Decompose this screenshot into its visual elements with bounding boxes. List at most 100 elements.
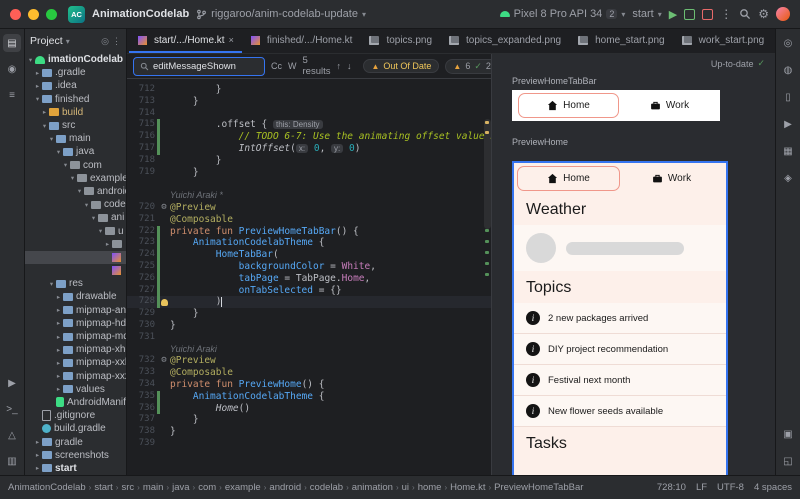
line-number[interactable]: 715 [131, 119, 158, 131]
tree-chevron-icon[interactable]: ▸ [34, 69, 41, 77]
code-line[interactable]: 721@Composable [127, 214, 491, 226]
editor-tab[interactable]: topics_expanded.png [440, 29, 569, 53]
breadcrumb-item[interactable]: PreviewHomeTabBar [494, 482, 583, 493]
tree-chevron-icon[interactable]: ▾ [48, 280, 55, 288]
tree-chevron-icon[interactable]: ▸ [55, 346, 62, 354]
code-line[interactable]: 726 tabPage = TabPage.Home, [127, 273, 491, 285]
code-line[interactable]: 714 [127, 108, 491, 120]
tree-chevron-icon[interactable]: ▸ [34, 464, 41, 472]
line-number[interactable]: 730 [131, 320, 158, 332]
breadcrumb-item[interactable]: ui [402, 482, 409, 493]
breadcrumb-item[interactable]: home [418, 482, 442, 493]
code-line[interactable]: 737 } [127, 414, 491, 426]
tree-chevron-icon[interactable]: ▸ [55, 306, 62, 314]
tree-item[interactable]: ▾codela [25, 198, 126, 211]
code-line[interactable]: 738} [127, 426, 491, 438]
tree-chevron-icon[interactable]: ▸ [55, 319, 62, 327]
code-line[interactable]: 712 } [127, 84, 491, 96]
line-number[interactable]: 717 [131, 143, 158, 155]
code-line[interactable]: 727 onTabSelected = {} [127, 285, 491, 297]
preview-out-of-date-chip[interactable]: ▲ Out Of Date [363, 59, 439, 73]
editor-tab[interactable]: topics.png [360, 29, 440, 53]
tree-chevron-icon[interactable]: ▸ [34, 451, 41, 459]
line-separator[interactable]: LF [696, 482, 707, 493]
tree-chevron-icon[interactable]: ▸ [55, 372, 62, 380]
tree-item[interactable]: ▾src [25, 119, 126, 132]
terminal-icon[interactable]: >_ [3, 400, 21, 418]
more-options-icon[interactable]: ⋮ [112, 36, 121, 47]
line-number[interactable]: 736 [131, 403, 158, 415]
editor-tab[interactable]: work_start.png [673, 29, 773, 53]
line-number[interactable]: 719 [131, 167, 158, 179]
preview-card-tabbar[interactable]: Home Work [512, 90, 720, 121]
tree-item[interactable]: ▸.idea [25, 79, 126, 92]
tree-item[interactable]: ▸build [25, 106, 126, 119]
editor-tab[interactable]: home_start.png [569, 29, 673, 53]
breadcrumb-item[interactable]: start [94, 482, 112, 493]
tree-item[interactable] [25, 251, 126, 264]
tree-chevron-icon[interactable]: ▸ [55, 293, 62, 301]
tree-chevron-icon[interactable]: ▾ [62, 161, 69, 169]
tree-chevron-icon[interactable]: ▾ [90, 214, 97, 222]
lightbulb-icon[interactable] [161, 299, 168, 306]
code-line[interactable]: 736 Home() [127, 403, 491, 415]
tree-item[interactable]: ▸values [25, 383, 126, 396]
tree-chevron-icon[interactable]: ▾ [83, 201, 90, 209]
breadcrumb-item[interactable]: codelab [310, 482, 343, 493]
breadcrumb-item[interactable]: main [143, 482, 164, 493]
code-line[interactable]: 739 [127, 438, 491, 450]
code-editor[interactable]: 712 }713 }714715 .offset { this: Density… [127, 79, 491, 475]
gradle-icon[interactable]: ◍ [779, 61, 797, 79]
next-match-button[interactable]: ↓ [347, 61, 352, 71]
editor-tab[interactable]: start/.../Home.kt× [129, 29, 242, 53]
branch-selector[interactable]: riggaroo/anim-codelab-update ▾ [196, 8, 366, 20]
code-line[interactable]: 729 } [127, 308, 491, 320]
tree-chevron-icon[interactable]: ▾ [27, 56, 34, 64]
breadcrumb-item[interactable]: Home.kt [450, 482, 485, 493]
close-window-button[interactable] [10, 9, 21, 20]
tree-item[interactable]: ▸mipmap-anydpi- [25, 304, 126, 317]
code-line[interactable]: 720⚙@Preview [127, 202, 491, 214]
code-line[interactable]: 723 AnimationCodelabTheme { [127, 237, 491, 249]
run-configuration-selector[interactable]: start ▾ [632, 8, 661, 20]
line-number[interactable]: 712 [131, 84, 158, 96]
tree-item[interactable]: ▸mipmap-xxxhdp [25, 370, 126, 383]
tree-item[interactable]: ▾java [25, 145, 126, 158]
previous-match-button[interactable]: ↑ [336, 61, 341, 71]
line-number[interactable]: 722 [131, 226, 158, 238]
close-tab-icon[interactable]: × [229, 35, 234, 45]
code-line[interactable]: 728 ) [127, 296, 491, 308]
tree-item[interactable]: ▸mipmap-xxhdpi [25, 356, 126, 369]
search-everywhere-button[interactable] [739, 8, 751, 20]
preview-gutter-icon[interactable]: ⚙ [161, 355, 166, 367]
code-line[interactable]: Yuichi Araki [127, 344, 491, 356]
line-number[interactable]: 714 [131, 108, 158, 120]
code-line[interactable]: 715 .offset { this: Density [127, 119, 491, 131]
tree-item[interactable]: build.gradle [25, 422, 126, 435]
whole-words-toggle[interactable]: W [288, 61, 297, 71]
tree-item[interactable]: ▾finished [25, 93, 126, 106]
line-number[interactable]: 720 [131, 202, 158, 214]
code-line[interactable]: Yuichi Araki * [127, 190, 491, 202]
tree-item[interactable]: ▾com [25, 159, 126, 172]
line-number[interactable]: 731 [131, 332, 158, 344]
breadcrumb-item[interactable]: AnimationCodelab [8, 482, 86, 493]
breadcrumb-item[interactable]: animation [352, 482, 393, 493]
tree-item[interactable] [25, 264, 126, 277]
tree-chevron-icon[interactable]: ▾ [34, 95, 41, 103]
tree-chevron-icon[interactable]: ▸ [34, 82, 41, 90]
tree-item[interactable]: ▾ani [25, 211, 126, 224]
match-case-toggle[interactable]: Cc [271, 61, 282, 71]
line-number[interactable]: 718 [131, 155, 158, 167]
layout-icon[interactable]: ▣ [779, 425, 797, 443]
code-line[interactable]: 730} [127, 320, 491, 332]
tree-item[interactable]: .gitignore [25, 409, 126, 422]
code-line[interactable]: 724 HomeTabBar( [127, 249, 491, 261]
tree-chevron-icon[interactable]: ▾ [41, 122, 48, 130]
preview-label-home[interactable]: PreviewHome [512, 137, 775, 147]
inspections-widget[interactable]: ▲ 6 ✓ 2 ▾ [445, 59, 491, 74]
code-line[interactable]: 734private fun PreviewHome() { [127, 379, 491, 391]
code-line[interactable]: 731 [127, 332, 491, 344]
code-line[interactable]: 713 } [127, 96, 491, 108]
tree-item[interactable]: ▸gradle [25, 435, 126, 448]
